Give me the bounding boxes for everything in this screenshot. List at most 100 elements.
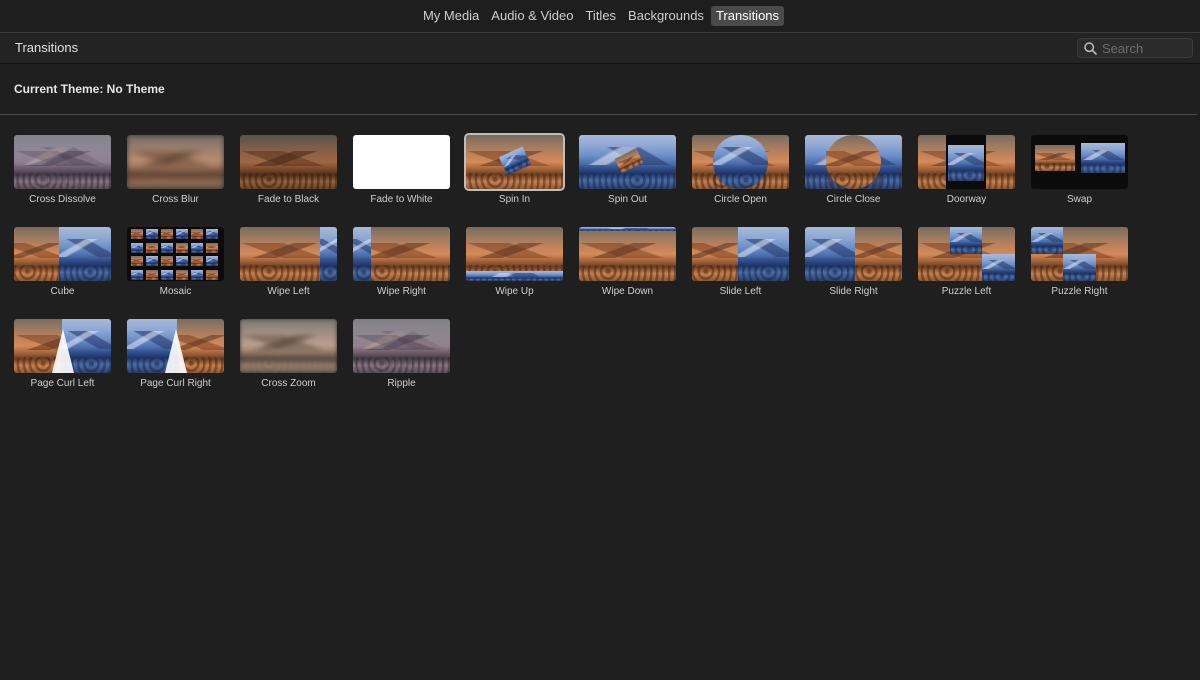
- transition-label: Circle Open: [714, 194, 767, 205]
- thumbnail-layer: [146, 256, 158, 267]
- thumbnail-layer: [1031, 227, 1063, 254]
- transition-tile-slide-right[interactable]: Slide Right: [805, 227, 902, 299]
- transition-tile-ripple[interactable]: Ripple: [353, 319, 450, 391]
- media-tabs: My Media Audio & Video Titles Background…: [418, 6, 785, 26]
- fade-to-white-thumbnail: [353, 135, 450, 189]
- tab-transitions[interactable]: Transitions: [710, 6, 785, 26]
- transition-label: Fade to Black: [257, 194, 320, 205]
- cross-blur-thumbnail: [127, 135, 224, 189]
- cube-thumbnail: [14, 227, 111, 281]
- search-input[interactable]: [1102, 40, 1188, 56]
- page-title: Transitions: [15, 40, 79, 55]
- thumbnail-layer: [948, 145, 984, 181]
- thumbnail-layer: [191, 269, 203, 280]
- transition-tile-cross-dissolve[interactable]: Cross Dissolve: [14, 135, 111, 207]
- thumbnail-layer: [579, 227, 676, 231]
- transition-label: Ripple: [387, 378, 416, 389]
- transition-label: Mosaic: [159, 286, 192, 297]
- current-theme-label: Current Theme: No Theme: [14, 82, 165, 96]
- thumbnail-layer: [161, 269, 173, 280]
- thumbnail-layer: [161, 242, 173, 253]
- transition-tile-mosaic[interactable]: Mosaic: [127, 227, 224, 299]
- search-box[interactable]: [1077, 38, 1193, 58]
- thumbnail-layer: [206, 256, 218, 267]
- circle-open-thumbnail: [692, 135, 789, 189]
- top-tab-bar: My Media Audio & Video Titles Background…: [0, 0, 1200, 33]
- page-curl-left-thumbnail: [14, 319, 111, 373]
- thumbnail-layer: [466, 271, 563, 281]
- transition-tile-circle-close[interactable]: Circle Close: [805, 135, 902, 207]
- transition-label: Wipe Down: [601, 286, 654, 297]
- slide-right-thumbnail: [805, 227, 902, 281]
- slide-left-thumbnail: [692, 227, 789, 281]
- thumbnail-layer: [353, 319, 450, 373]
- transition-tile-puzzle-left[interactable]: Puzzle Left: [918, 227, 1015, 299]
- transition-label: Cross Blur: [152, 194, 199, 205]
- transition-label: Wipe Up: [495, 286, 534, 297]
- puzzle-left-thumbnail: [918, 227, 1015, 281]
- transition-tile-cube[interactable]: Cube: [14, 227, 111, 299]
- thumbnail-layer: [1081, 143, 1125, 173]
- browser-header: Transitions: [0, 33, 1200, 64]
- transition-label: Puzzle Right: [1051, 286, 1108, 297]
- transition-tile-fade-to-white[interactable]: Fade to White: [353, 135, 450, 207]
- fade-to-black-thumbnail: [240, 135, 337, 189]
- transition-label: Spin In: [498, 194, 531, 205]
- thumbnail-layer: [579, 227, 676, 281]
- thumbnail-layer: [982, 254, 1015, 281]
- transition-label: Cube: [50, 286, 75, 297]
- thumbnail-layer: [14, 135, 111, 189]
- transition-tile-wipe-down[interactable]: Wipe Down: [579, 227, 676, 299]
- thumbnail-layer: [240, 135, 337, 189]
- thumbnail-layer: [950, 227, 982, 254]
- transition-tile-spin-in[interactable]: Spin In: [464, 133, 565, 207]
- transition-label: Cross Dissolve: [29, 194, 96, 205]
- thumbnail-layer: [1063, 254, 1096, 281]
- tab-my-media[interactable]: My Media: [418, 6, 484, 26]
- thumbnail-layer: [826, 135, 881, 189]
- wipe-right-thumbnail: [353, 227, 450, 281]
- cross-dissolve-thumbnail: [14, 135, 111, 189]
- transition-label: Slide Left: [719, 286, 762, 297]
- thumbnail-layer: [191, 256, 203, 267]
- thumbnail-layer: [1035, 145, 1075, 171]
- thumbnail-layer: [176, 242, 188, 253]
- transition-tile-doorway[interactable]: Doorway: [918, 135, 1015, 207]
- thumbnail-layer: [320, 227, 337, 281]
- thumbnail-layer: [353, 135, 450, 189]
- thumbnail-layer: [131, 269, 143, 280]
- transition-tile-page-curl-left[interactable]: Page Curl Left: [14, 319, 111, 391]
- transition-tile-slide-left[interactable]: Slide Left: [692, 227, 789, 299]
- transition-tile-cross-blur[interactable]: Cross Blur: [127, 135, 224, 207]
- thumbnail-layer: [14, 227, 59, 281]
- transition-tile-wipe-right[interactable]: Wipe Right: [353, 227, 450, 299]
- transition-tile-wipe-up[interactable]: Wipe Up: [466, 227, 563, 299]
- swap-thumbnail: [1031, 135, 1128, 189]
- thumbnail-layer: [127, 135, 224, 189]
- thumbnail-layer: [161, 229, 173, 239]
- transition-tile-spin-out[interactable]: Spin Out: [579, 135, 676, 207]
- thumbnail-layer: [738, 227, 789, 281]
- tab-audio-video[interactable]: Audio & Video: [486, 6, 578, 26]
- transition-tile-swap[interactable]: Swap: [1031, 135, 1128, 207]
- transition-tile-page-curl-right[interactable]: Page Curl Right: [127, 319, 224, 391]
- thumbnail-layer: [146, 229, 158, 239]
- cross-zoom-thumbnail: [240, 319, 337, 373]
- transition-tile-wipe-left[interactable]: Wipe Left: [240, 227, 337, 299]
- transition-tile-fade-to-black[interactable]: Fade to Black: [240, 135, 337, 207]
- transition-label: Spin Out: [608, 194, 647, 205]
- transition-label: Swap: [1066, 194, 1092, 205]
- transition-tile-circle-open[interactable]: Circle Open: [692, 135, 789, 207]
- search-icon: [1084, 41, 1097, 55]
- tab-titles[interactable]: Titles: [580, 6, 621, 26]
- tab-backgrounds[interactable]: Backgrounds: [623, 6, 709, 26]
- thumbnail-layer: [146, 269, 158, 280]
- thumbnail-layer: [131, 256, 143, 267]
- transition-tile-puzzle-right[interactable]: Puzzle Right: [1031, 227, 1128, 299]
- thumbnail-layer: [206, 269, 218, 280]
- wipe-up-thumbnail: [466, 227, 563, 281]
- transition-label: Cross Zoom: [261, 378, 316, 389]
- transition-label: Fade to White: [370, 194, 433, 205]
- thumbnail-layer: [206, 242, 218, 253]
- transition-tile-cross-zoom[interactable]: Cross Zoom: [240, 319, 337, 391]
